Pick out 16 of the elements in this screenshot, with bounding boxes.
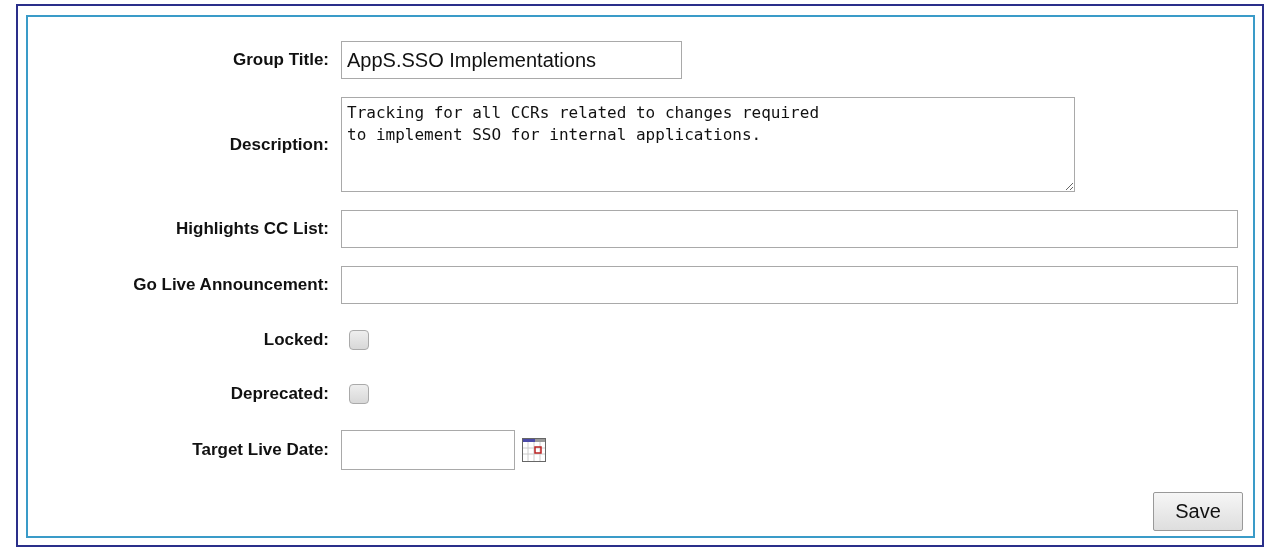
- text-field[interactable]: AppS.SSO Implementations: [341, 41, 682, 79]
- text-field[interactable]: [341, 266, 1238, 304]
- checkbox[interactable]: [349, 384, 369, 404]
- calendar-icon[interactable]: [522, 438, 546, 462]
- field-label: Description:: [229, 134, 329, 155]
- field-label: Locked:: [263, 330, 329, 350]
- field-label: Go Live Announcement:: [133, 275, 329, 295]
- field-label: Highlights CC List:: [176, 219, 329, 239]
- field-label: Target Live Date:: [192, 440, 329, 460]
- date-field[interactable]: [341, 430, 515, 470]
- field-label: Group Title:: [233, 50, 329, 70]
- description-field[interactable]: Tracking for all CCRs related to changes required to implement SSO for internal applications.: [341, 97, 1075, 192]
- text-field[interactable]: [341, 210, 1238, 248]
- save-button[interactable]: Save: [1153, 492, 1243, 531]
- checkbox[interactable]: [349, 330, 369, 350]
- field-label: Deprecated:: [230, 384, 329, 404]
